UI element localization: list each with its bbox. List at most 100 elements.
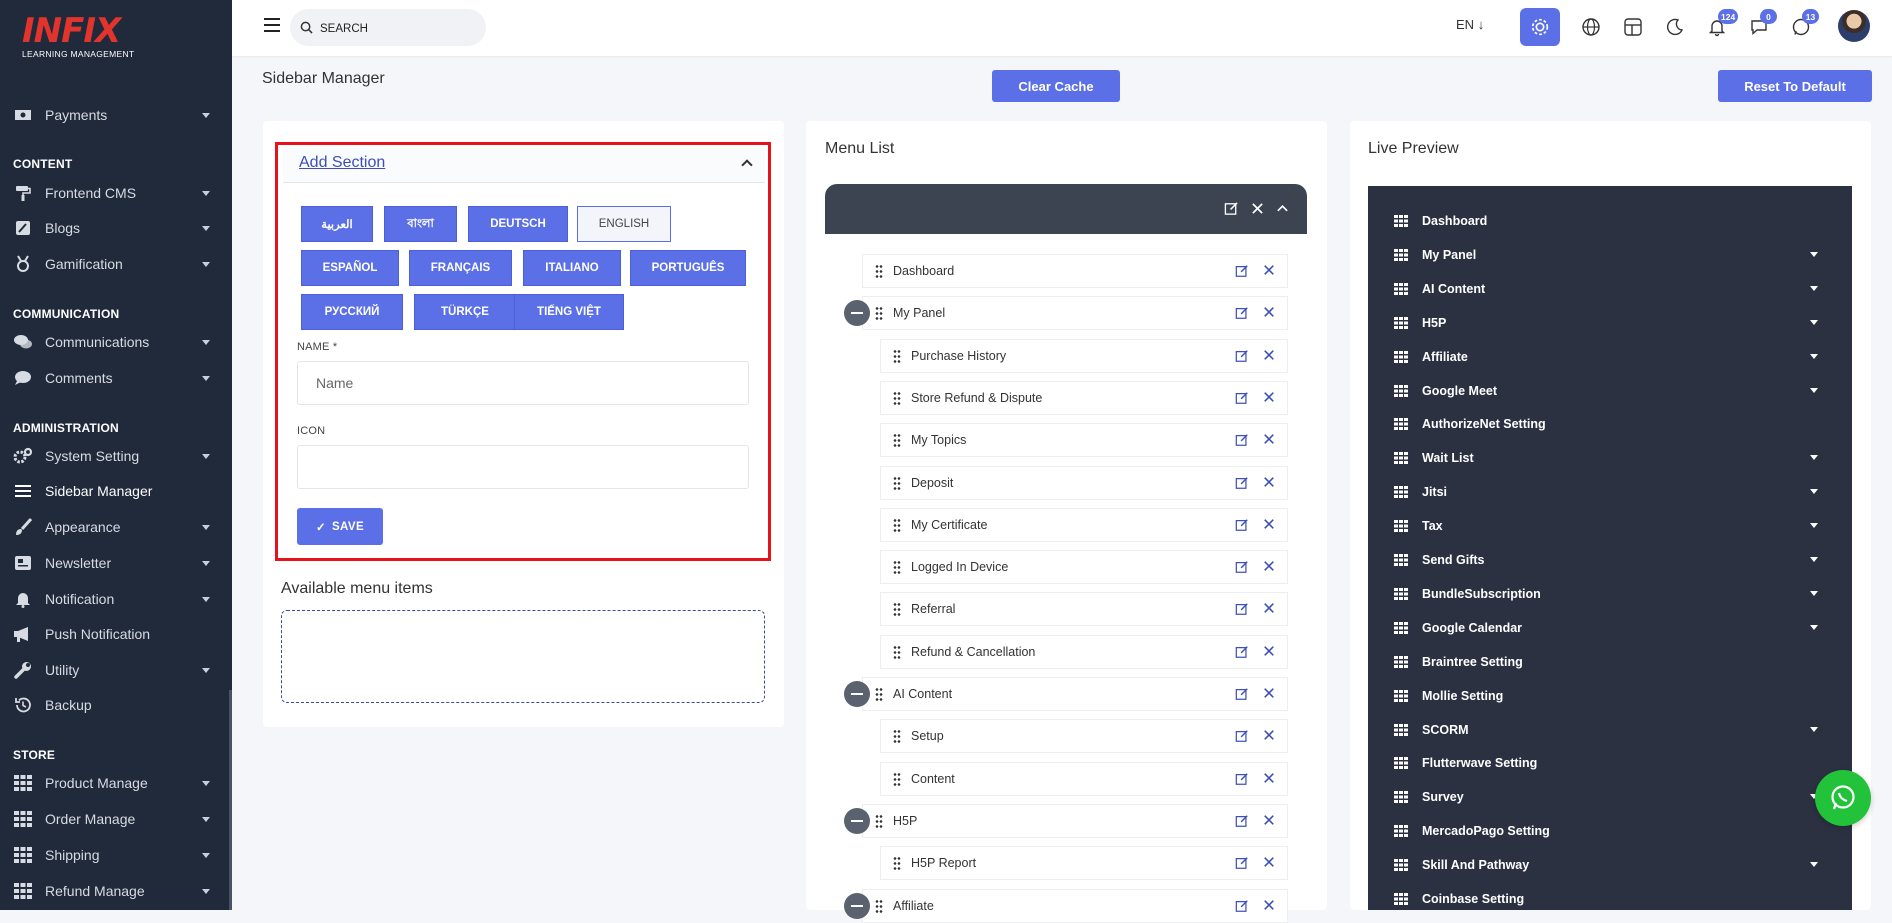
caret-down-icon[interactable] xyxy=(202,853,210,858)
avatar[interactable] xyxy=(1838,10,1870,42)
preview-item[interactable]: Mollie Setting xyxy=(1394,685,1818,707)
preview-item[interactable]: Affiliate xyxy=(1394,346,1818,368)
moon-icon[interactable] xyxy=(1662,14,1688,40)
caret-down-icon[interactable] xyxy=(1810,590,1818,596)
menu-list-row[interactable]: Content xyxy=(880,761,1288,796)
drag-handle-icon[interactable] xyxy=(875,306,883,321)
drag-handle-icon[interactable] xyxy=(875,687,883,701)
menu-list-row[interactable]: My Topics xyxy=(880,423,1288,458)
preview-item[interactable]: Tax xyxy=(1394,515,1818,537)
menu-list-row[interactable]: AI Content xyxy=(862,677,1288,711)
menu-list-row[interactable]: Referral xyxy=(880,592,1288,627)
close-icon[interactable] xyxy=(1263,518,1275,535)
caret-down-icon[interactable] xyxy=(202,191,210,196)
edit-icon[interactable] xyxy=(1235,899,1249,916)
preview-item[interactable]: Skill And Pathway xyxy=(1394,854,1818,876)
sidebar-item-system-setting[interactable]: System Setting xyxy=(0,441,232,471)
caret-down-icon[interactable] xyxy=(1810,285,1818,291)
menu-list-row[interactable]: Dashboard xyxy=(862,254,1288,288)
edit-icon[interactable] xyxy=(1235,264,1249,281)
edit-icon[interactable] xyxy=(1224,201,1239,216)
close-icon[interactable] xyxy=(1263,729,1275,746)
sidebar-item-blogs[interactable]: Blogs xyxy=(0,213,232,243)
search-input[interactable] xyxy=(320,20,470,35)
menu-toggle-icon[interactable] xyxy=(264,18,280,32)
language-button[interactable]: ESPAÑOL xyxy=(301,250,399,286)
close-icon[interactable] xyxy=(1263,560,1275,577)
caret-down-icon[interactable] xyxy=(1810,455,1818,461)
sidebar-item-shipping[interactable]: Shipping xyxy=(0,840,232,870)
sidebar-item-refund-manage[interactable]: Refund Manage xyxy=(0,876,232,906)
preview-item[interactable]: AI Content xyxy=(1394,278,1818,300)
close-icon[interactable] xyxy=(1263,306,1275,323)
caret-down-icon[interactable] xyxy=(1810,862,1818,868)
language-button[interactable]: TÜRKÇE xyxy=(414,294,516,330)
language-button[interactable]: العربية xyxy=(301,206,373,242)
caret-down-icon[interactable] xyxy=(1810,319,1818,325)
caret-down-icon[interactable] xyxy=(202,454,210,459)
settings-button[interactable] xyxy=(1520,8,1560,46)
sidebar-item-push-notification[interactable]: Push Notification xyxy=(0,619,232,649)
edit-icon[interactable] xyxy=(1235,560,1249,577)
add-section-header[interactable]: Add Section xyxy=(283,148,765,183)
drag-handle-icon[interactable] xyxy=(893,856,901,871)
edit-icon[interactable] xyxy=(1235,856,1249,873)
drag-handle-icon[interactable] xyxy=(893,644,901,659)
caret-down-icon[interactable] xyxy=(202,226,210,231)
preview-item[interactable]: H5P xyxy=(1394,312,1818,334)
preview-item[interactable]: Survey xyxy=(1394,786,1818,808)
preview-item[interactable]: Dashboard xyxy=(1394,210,1818,232)
menu-list-row[interactable]: My Certificate xyxy=(880,507,1288,542)
edit-icon[interactable] xyxy=(1235,518,1249,535)
close-icon[interactable] xyxy=(1263,264,1275,281)
available-menu-dropzone[interactable] xyxy=(281,610,765,703)
caret-down-icon[interactable] xyxy=(202,889,210,894)
edit-icon[interactable] xyxy=(1235,687,1249,704)
chevron-up-icon[interactable] xyxy=(741,159,753,171)
edit-icon[interactable] xyxy=(1235,645,1249,662)
drag-handle-icon[interactable] xyxy=(893,602,901,617)
close-icon[interactable] xyxy=(1263,433,1275,450)
sidebar-item-frontend-cms[interactable]: Frontend CMS xyxy=(0,178,232,208)
language-button[interactable]: DEUTSCH xyxy=(468,206,568,242)
sidebar-item-notification[interactable]: Notification xyxy=(0,584,232,614)
drag-handle-icon[interactable] xyxy=(893,517,901,532)
menu-list-row[interactable]: H5P Report xyxy=(880,846,1288,881)
edit-icon[interactable] xyxy=(1235,391,1249,408)
close-icon[interactable] xyxy=(1263,602,1275,619)
sidebar-item-payments[interactable]: Payments xyxy=(0,100,232,130)
sidebar-item-sidebar-manager[interactable]: Sidebar Manager xyxy=(0,476,232,506)
edit-icon[interactable] xyxy=(1235,772,1249,789)
preview-item[interactable]: Send Gifts xyxy=(1394,549,1818,571)
search-box[interactable] xyxy=(290,9,486,46)
close-icon[interactable] xyxy=(1263,645,1275,662)
close-icon[interactable] xyxy=(1263,391,1275,408)
name-input[interactable] xyxy=(297,361,749,405)
edit-icon[interactable] xyxy=(1235,729,1249,746)
edit-icon[interactable] xyxy=(1235,476,1249,493)
language-button[interactable]: ITALIANO xyxy=(523,250,621,286)
menu-list-row[interactable]: My Panel xyxy=(862,296,1288,331)
language-button[interactable]: РУССКИЙ xyxy=(301,294,403,330)
save-button[interactable]: ✓ SAVE xyxy=(297,508,383,545)
sidebar-item-gamification[interactable]: Gamification xyxy=(0,249,232,279)
edit-icon[interactable] xyxy=(1235,602,1249,619)
drag-handle-icon[interactable] xyxy=(893,433,901,448)
menu-list-row[interactable]: Deposit xyxy=(880,465,1288,500)
logo[interactable]: INFIX LEARNING MANAGEMENT xyxy=(22,14,134,66)
preview-item[interactable]: AuthorizeNet Setting xyxy=(1394,413,1818,435)
caret-down-icon[interactable] xyxy=(202,668,210,673)
caret-down-icon[interactable] xyxy=(1810,387,1818,393)
caret-down-icon[interactable] xyxy=(202,262,210,267)
drag-handle-icon[interactable] xyxy=(893,771,901,786)
drag-handle-icon[interactable] xyxy=(893,348,901,363)
preview-item[interactable]: Coinbase Setting xyxy=(1394,888,1818,910)
preview-item[interactable]: BundleSubscription xyxy=(1394,583,1818,605)
language-button[interactable]: ENGLISH xyxy=(577,206,671,242)
close-icon[interactable] xyxy=(1263,899,1275,916)
close-icon[interactable] xyxy=(1263,856,1275,873)
caret-down-icon[interactable] xyxy=(1810,251,1818,257)
add-section-title[interactable]: Add Section xyxy=(299,154,385,172)
menu-list-row[interactable]: Affiliate xyxy=(862,888,1288,923)
edit-icon[interactable] xyxy=(1235,306,1249,323)
